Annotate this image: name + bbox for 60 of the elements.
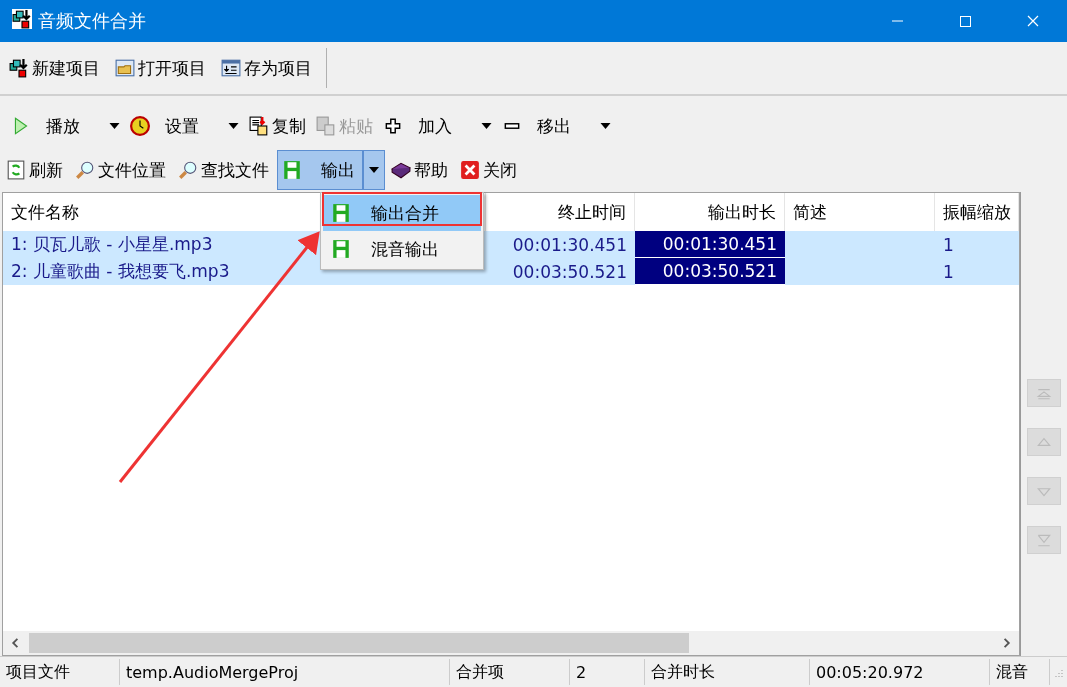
dropdown-button[interactable] bbox=[363, 150, 385, 190]
toolbar-button[interactable]: 存为项目 bbox=[216, 52, 317, 84]
maximize-icon bbox=[957, 14, 973, 28]
toolbar-button[interactable]: 刷新 bbox=[2, 150, 69, 190]
toolbar-button[interactable]: 新建项目 bbox=[4, 52, 105, 84]
plus-icon bbox=[383, 116, 403, 136]
close-icon bbox=[1025, 14, 1041, 28]
table-cell-text: 00:01:30.451 bbox=[511, 233, 628, 257]
move-button[interactable] bbox=[1027, 428, 1061, 456]
document-icon bbox=[249, 116, 269, 136]
status-field: 项目文件 bbox=[0, 659, 120, 685]
table-cell-text: 1 bbox=[942, 260, 955, 284]
toolbar-button[interactable]: 查找文件 bbox=[174, 150, 275, 190]
horizontal-scrollbar[interactable] bbox=[3, 631, 1019, 655]
caret-icon bbox=[228, 123, 239, 129]
toolbar-button[interactable]: 关闭 bbox=[456, 150, 523, 190]
squares-icon bbox=[9, 58, 29, 78]
window-icon bbox=[221, 58, 241, 78]
refresh-icon bbox=[6, 160, 26, 180]
caret-icon bbox=[369, 167, 379, 173]
table-cell: 1: 贝瓦儿歌 - 小星星.mp3 bbox=[11, 233, 213, 256]
move-button[interactable] bbox=[1027, 526, 1061, 554]
status-field: 合并时长 bbox=[645, 659, 810, 685]
minimize-icon bbox=[891, 20, 903, 22]
clock-icon bbox=[130, 116, 150, 136]
table-cell: 00:03:50.521 bbox=[635, 258, 785, 285]
caret-icon bbox=[109, 123, 120, 129]
toolbar-button[interactable]: 设置 bbox=[125, 110, 244, 142]
status-field: 2 bbox=[570, 659, 645, 685]
book-icon bbox=[391, 160, 411, 180]
close-icon bbox=[460, 160, 480, 180]
status-field: 00:05:20.972 bbox=[810, 659, 990, 685]
search-icon bbox=[178, 160, 198, 180]
window-title: 音频文件合并 bbox=[38, 9, 146, 33]
toolbar-button[interactable]: 移出 bbox=[497, 110, 616, 142]
toolbar-button[interactable]: 播放 bbox=[6, 110, 125, 142]
menu-item[interactable]: 输出合并 bbox=[323, 195, 481, 231]
table-cell: 00:01:30.451 bbox=[635, 231, 785, 258]
caret-icon bbox=[481, 123, 492, 129]
move-button[interactable] bbox=[1027, 379, 1061, 407]
toolbar-button[interactable]: 打开项目 bbox=[110, 52, 211, 84]
list-row[interactable]: 2: 儿童歌曲 - 我想要飞.mp3 00:03:50.521 00:03:50.521 1 bbox=[3, 258, 1019, 285]
toolbar-button[interactable]: 帮助 bbox=[387, 150, 454, 190]
table-cell-text: 1 bbox=[942, 233, 955, 257]
resize-grip-icon bbox=[1053, 667, 1063, 677]
caret-icon bbox=[600, 123, 611, 129]
table-cell-text: 00:03:50.521 bbox=[511, 260, 628, 284]
document-icon bbox=[316, 116, 336, 136]
toolbar-button[interactable]: 复制 bbox=[244, 110, 311, 142]
move-button[interactable] bbox=[1027, 477, 1061, 505]
status-field: 合并项 bbox=[450, 659, 570, 685]
table-cell: 2: 儿童歌曲 - 我想要飞.mp3 bbox=[11, 260, 230, 283]
search-icon bbox=[75, 160, 95, 180]
toolbar-button[interactable]: 文件位置 bbox=[71, 150, 172, 190]
folder-icon bbox=[115, 58, 135, 78]
status-field: 混音 bbox=[990, 659, 1050, 685]
status-field: temp.AudioMergeProj bbox=[120, 659, 450, 685]
toolbar-button[interactable]: 输出 bbox=[277, 150, 363, 190]
toolbar-button[interactable]: 加入 bbox=[378, 110, 497, 142]
app-icon bbox=[12, 9, 32, 29]
